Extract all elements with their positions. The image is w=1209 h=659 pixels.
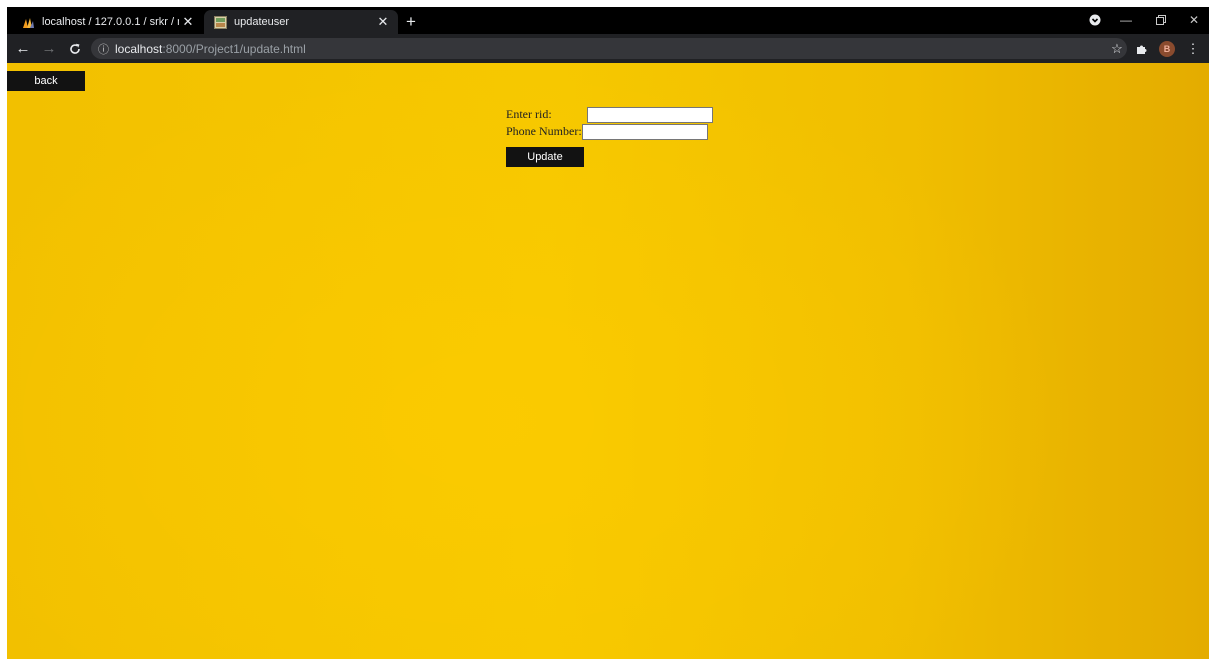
url-host: localhost — [115, 41, 163, 56]
reload-button[interactable] — [65, 39, 85, 59]
arrow-left-icon: ← — [15, 40, 31, 57]
close-window-button[interactable]: ✕ — [1183, 11, 1205, 29]
menu-button[interactable]: ⋮ — [1183, 39, 1203, 59]
url-path: :8000/Project1/update.html — [162, 41, 306, 56]
minimize-icon: — — [1120, 13, 1132, 27]
arrow-right-icon: → — [41, 40, 57, 57]
back-button[interactable]: back — [7, 71, 85, 91]
tab-search-icon — [1089, 14, 1101, 26]
restore-button[interactable] — [1150, 11, 1172, 29]
star-icon: ☆ — [1111, 41, 1123, 56]
tab-title: updateuser — [234, 16, 290, 28]
tab-search-button[interactable] — [1084, 11, 1106, 29]
rid-label: Enter rid: — [506, 107, 552, 121]
close-icon: ✕ — [1188, 13, 1200, 27]
new-tab-button[interactable]: + — [401, 12, 421, 32]
browser-window: localhost / 127.0.0.1 / srkr / mem ✕ upd… — [7, 7, 1209, 659]
extensions-button[interactable] — [1132, 39, 1152, 59]
tab-strip: localhost / 127.0.0.1 / srkr / mem ✕ upd… — [7, 7, 1209, 34]
bookmark-button[interactable]: ☆ — [1107, 39, 1127, 59]
restore-icon — [1156, 15, 1166, 25]
page-content: back Enter rid: Phone Number: Update — [7, 63, 1209, 659]
rid-input[interactable] — [587, 106, 713, 123]
back-nav-button[interactable]: ← — [13, 39, 33, 59]
reload-icon — [70, 43, 80, 54]
kebab-menu-icon: ⋮ — [1186, 41, 1200, 56]
phone-input[interactable] — [581, 123, 708, 140]
phone-label: Phone Number: — [506, 124, 582, 138]
page-image-icon — [214, 15, 227, 29]
tab-phpmyadmin[interactable]: localhost / 127.0.0.1 / srkr / mem ✕ — [10, 10, 203, 34]
phpmyadmin-icon — [23, 17, 34, 28]
puzzle-icon — [1137, 45, 1147, 54]
forward-nav-button[interactable]: → — [39, 39, 59, 59]
tab-updateuser[interactable]: updateuser ✕ — [204, 10, 398, 34]
tab-title: localhost / 127.0.0.1 / srkr / mem — [42, 16, 179, 28]
close-tab-icon[interactable]: ✕ — [179, 14, 197, 30]
phone-row: Phone Number: — [506, 123, 708, 140]
close-tab-icon[interactable]: ✕ — [374, 14, 392, 30]
update-button[interactable]: Update — [506, 147, 584, 167]
profile-avatar[interactable]: B — [1159, 41, 1175, 57]
browser-toolbar: ← → ⓘ localhost:8000/Project1/update.htm… — [7, 34, 1209, 63]
minimize-button[interactable]: — — [1115, 11, 1137, 29]
rid-row: Enter rid: — [506, 106, 713, 123]
address-bar[interactable]: ⓘ localhost:8000/Project1/update.html — [91, 38, 1127, 59]
info-icon[interactable]: ⓘ — [98, 41, 109, 57]
